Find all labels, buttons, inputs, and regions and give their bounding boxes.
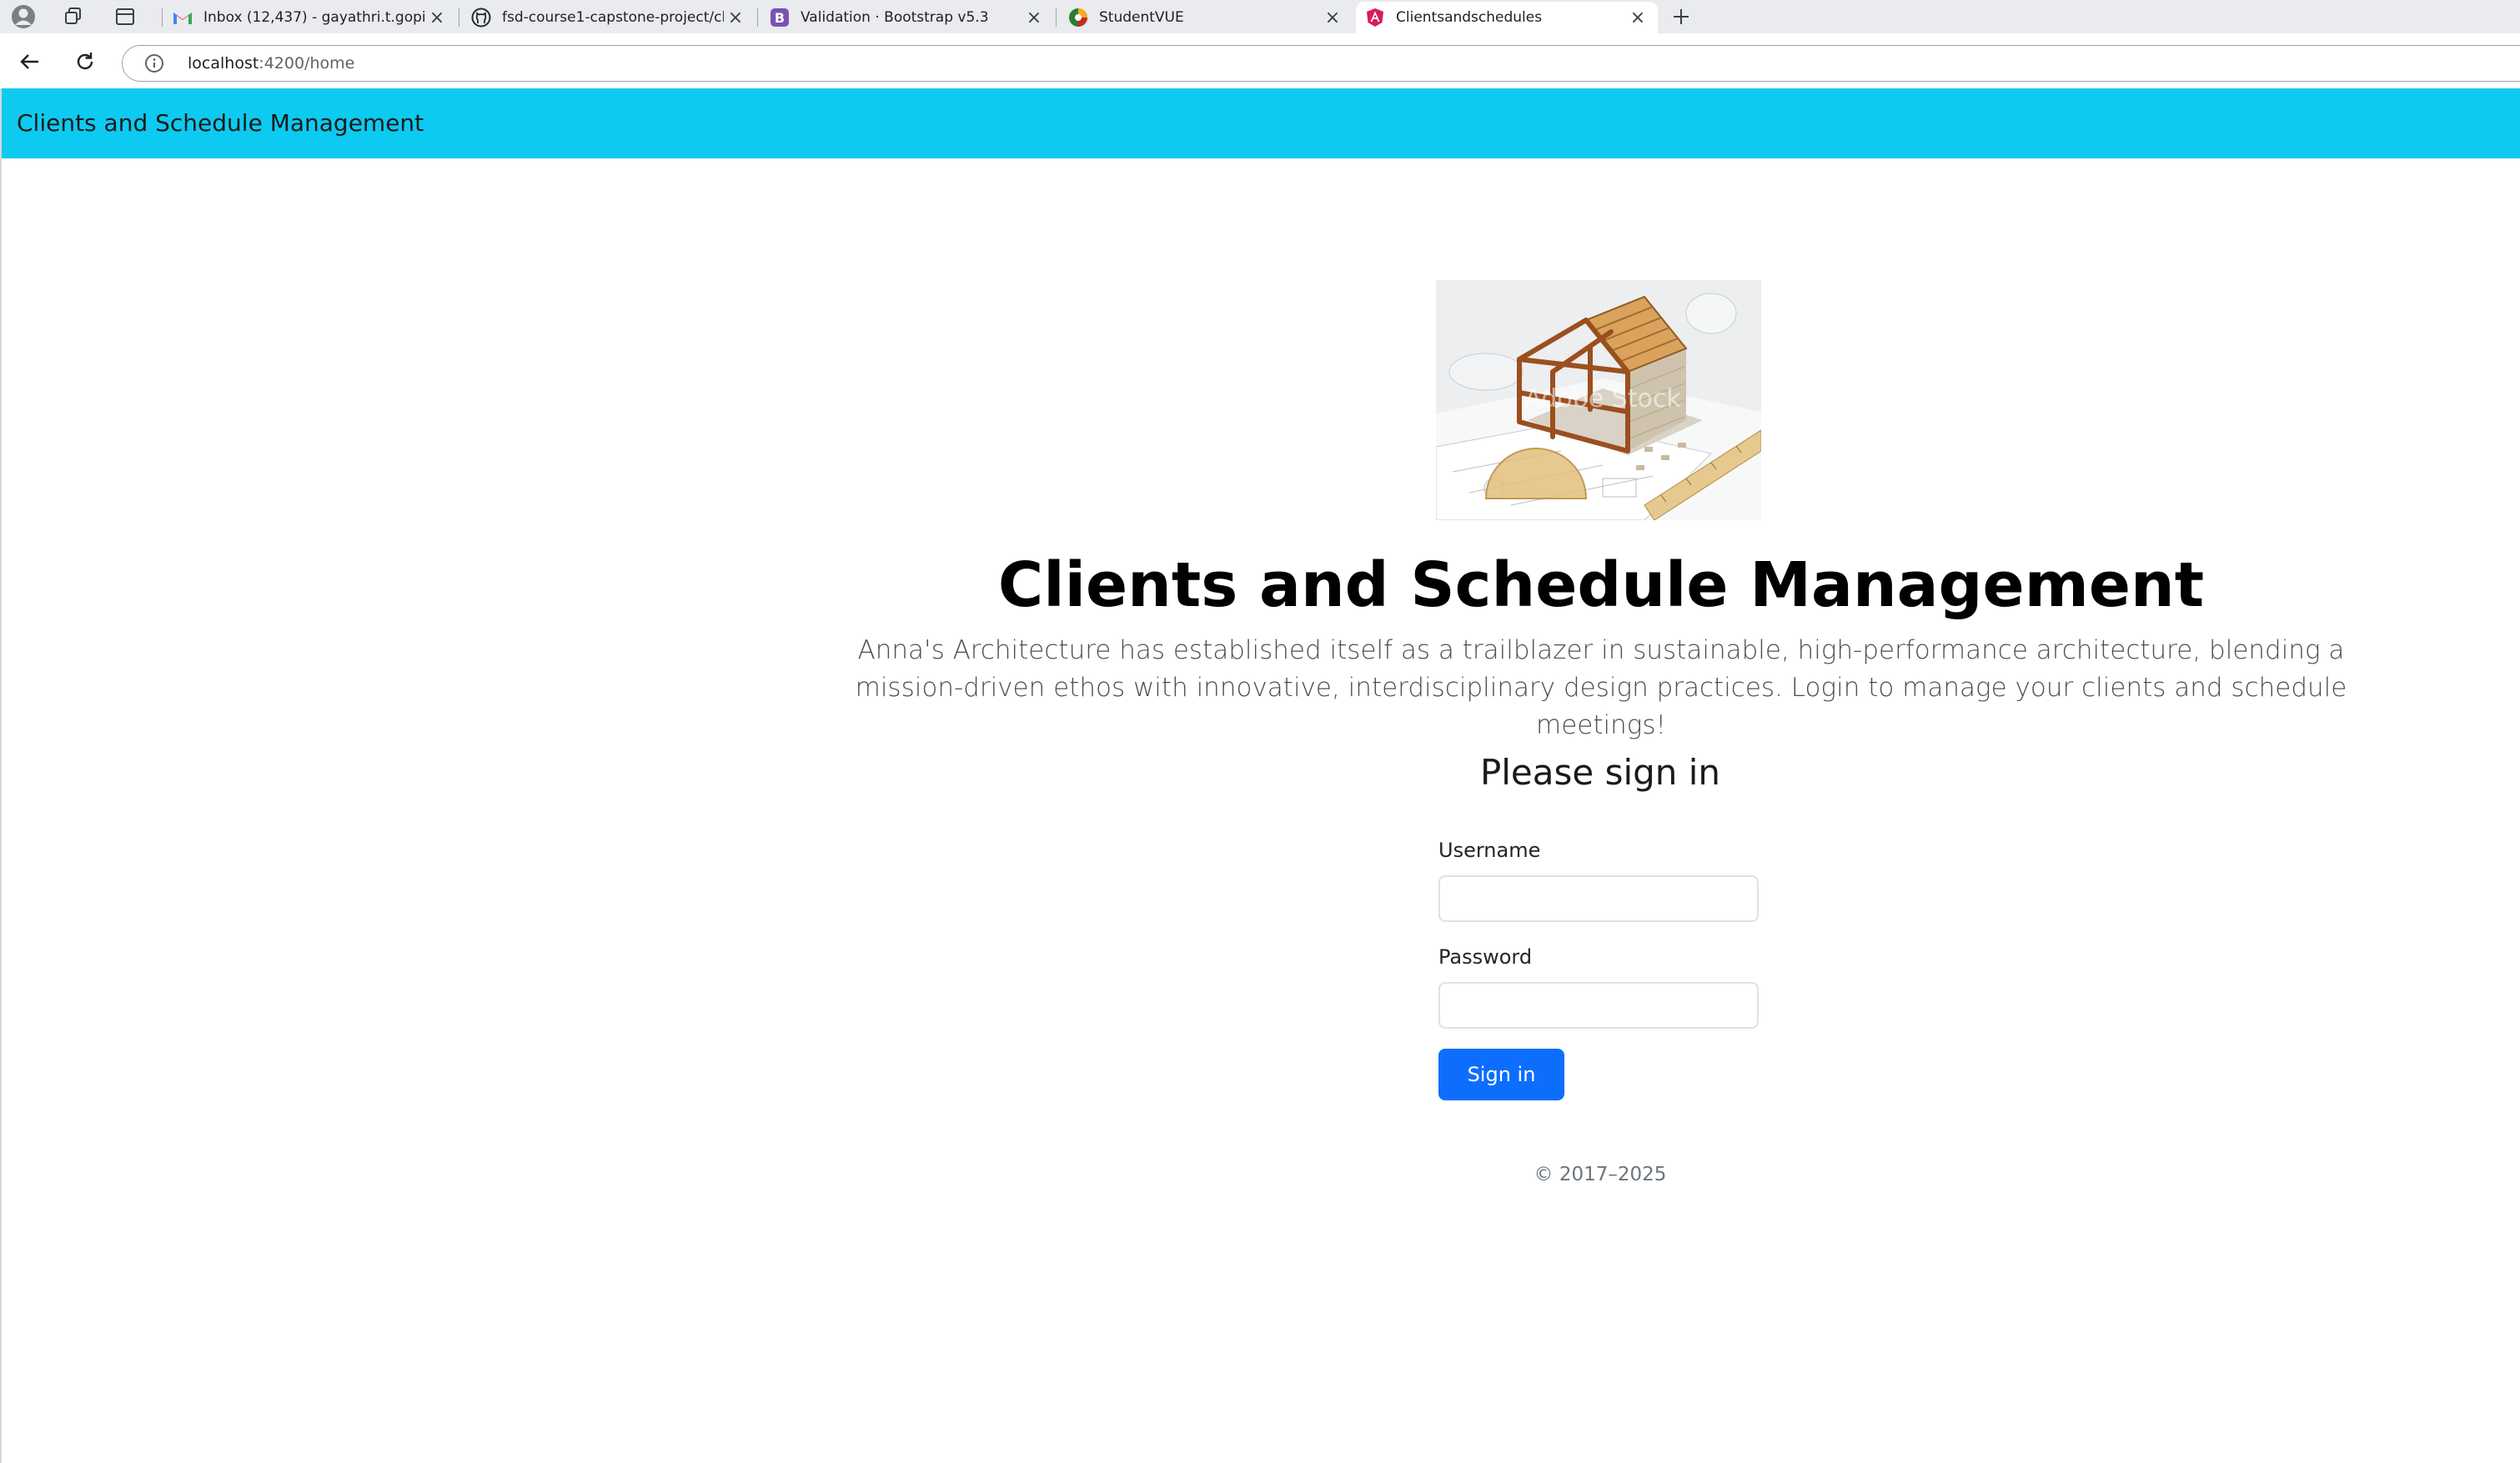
plus-icon <box>1674 9 1689 24</box>
tab-title: Clientsandschedules <box>1396 9 1543 26</box>
profile-icon <box>12 5 35 28</box>
vertical-tabs-icon <box>116 8 134 25</box>
lead-paragraph: Anna's Architecture has established itse… <box>855 635 2347 740</box>
copyright-text: © 2017–2025 <box>1534 1164 1667 1185</box>
svg-text:B: B <box>775 10 785 26</box>
tab-studentvue[interactable]: StudentVUE × <box>1059 2 1353 33</box>
password-label: Password <box>1438 945 1533 969</box>
profile-button[interactable] <box>8 2 38 32</box>
tab-gmail[interactable]: Inbox (12,437) - gayathri.t.gopinath × <box>163 2 457 33</box>
browser-chrome: Inbox (12,437) - gayathri.t.gopinath × f… <box>0 0 2520 88</box>
url-path: :4200/home <box>259 54 355 73</box>
url-text: localhost:4200/home <box>188 54 354 73</box>
tab-title: Inbox (12,437) - gayathri.t.gopinath <box>203 9 425 26</box>
url-host: localhost <box>188 54 259 73</box>
username-input[interactable] <box>1438 875 1759 922</box>
tab-clientsandschedules[interactable]: Clientsandschedules × <box>1356 2 1658 33</box>
close-tab-icon[interactable]: × <box>425 8 449 28</box>
close-tab-icon[interactable]: × <box>1321 8 1344 28</box>
gmail-icon <box>172 7 193 28</box>
close-tab-icon[interactable]: × <box>1022 8 1046 28</box>
site-info-icon[interactable] <box>136 53 173 73</box>
reload-button[interactable] <box>65 42 105 82</box>
tab-separator <box>1056 8 1057 27</box>
tab-title: fsd-course1-capstone-project/clients <box>502 9 724 26</box>
stock-watermark: Adobe Stock <box>1524 384 1681 413</box>
close-tab-icon[interactable]: × <box>1626 8 1649 28</box>
tab-strip: Inbox (12,437) - gayathri.t.gopinath × f… <box>0 0 2520 33</box>
tab-title: StudentVUE <box>1099 9 1184 26</box>
github-icon <box>470 7 492 28</box>
address-bar[interactable]: localhost:4200/home <box>122 45 2520 82</box>
new-tab-button[interactable] <box>1664 2 1698 32</box>
tab-bootstrap[interactable]: B Validation · Bootstrap v5.3 × <box>761 2 1054 33</box>
tab-separator <box>757 8 758 27</box>
tab-separator <box>162 8 163 27</box>
signin-heading: Please sign in <box>1479 752 1721 793</box>
angular-icon <box>1364 7 1386 28</box>
page-content: Clients and Schedule Management Adobe St… <box>0 88 2520 1463</box>
navbar-brand[interactable]: Clients and Schedule Management <box>17 88 424 158</box>
workspaces-icon <box>65 8 81 24</box>
reload-icon <box>77 53 93 70</box>
workspaces-button[interactable] <box>58 2 88 32</box>
tab-actions-button[interactable] <box>110 2 140 32</box>
tab-github[interactable]: fsd-course1-capstone-project/clients × <box>462 2 755 33</box>
back-button[interactable] <box>10 42 50 82</box>
back-arrow-icon <box>20 54 38 69</box>
navbar: Clients and Schedule Management <box>2 88 2520 158</box>
username-label: Username <box>1438 839 1541 862</box>
signin-button[interactable]: Sign in <box>1438 1049 1564 1100</box>
architecture-hero-image: Adobe Stock <box>1436 280 1761 520</box>
studentvue-icon <box>1067 7 1089 28</box>
close-tab-icon[interactable]: × <box>724 8 747 28</box>
page-title: Clients and Schedule Management <box>997 549 2205 621</box>
bootstrap-icon: B <box>769 7 791 28</box>
tab-title: Validation · Bootstrap v5.3 <box>801 9 989 26</box>
password-input[interactable] <box>1438 982 1759 1029</box>
